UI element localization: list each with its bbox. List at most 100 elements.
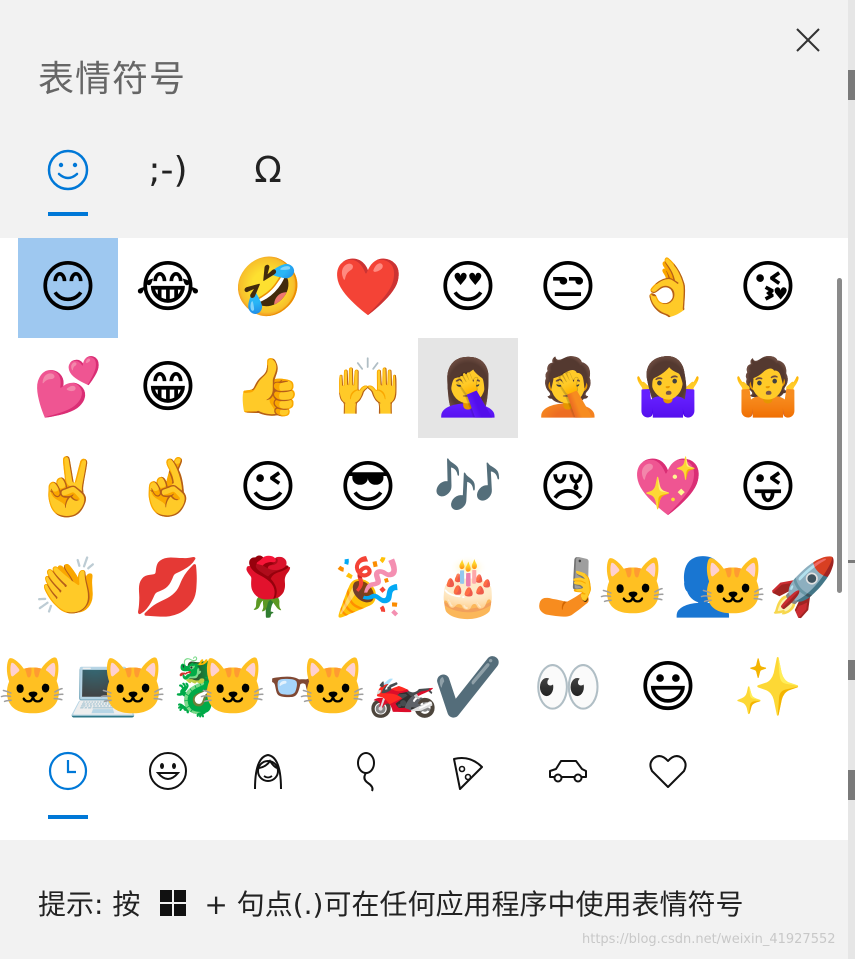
close-icon [796,28,820,52]
emoji-glyph: 😉 [238,455,298,520]
category-food[interactable] [438,745,498,797]
emoji-glyph: 🤳 [533,555,603,620]
emoji-glyph: 😁 [138,355,198,420]
emoji-glyph: 😢 [538,455,598,520]
emoji-glyph: 🎶 [433,455,503,520]
emoji-glyph: 😘 [738,255,798,320]
emoji-glyph: 🐱‍🚀 [698,555,838,620]
emoji-cell[interactable]: 😜 [718,438,818,538]
emoji-cell[interactable]: 😂 [118,238,218,338]
emoji-glyph: ✌️ [33,455,103,520]
emoji-glyph: ✔️ [433,655,503,720]
emoji-cell[interactable]: 😉 [218,438,318,538]
emoji-glyph: 🤷‍♀️ [633,355,703,420]
emoji-cell[interactable]: 🤣 [218,238,318,338]
emoji-cell[interactable]: 😃 [618,638,718,738]
kaomoji-tab-label: ;-) [148,149,188,191]
emoji-glyph: 🤷 [733,355,803,420]
balloon-icon [357,752,375,792]
smiley-face-icon [47,149,89,191]
emoji-cell[interactable]: 💕 [18,338,118,438]
emoji-cell[interactable]: 😢 [518,438,618,538]
emoji-cell[interactable]: ✔️ [418,638,518,738]
emoji-glyph: 🤦 [533,355,603,420]
emoji-glyph: 💖 [633,455,703,520]
emoji-glyph: 🤦‍♀️ [433,355,503,420]
emoji-cell[interactable]: 😊 [18,238,118,338]
emoji-glyph: 💋 [133,555,203,620]
category-travel[interactable] [538,745,598,797]
car-icon [549,760,587,783]
category-people[interactable] [238,745,298,797]
emoji-cell[interactable]: 🎉 [318,538,418,638]
emoji-cell[interactable]: 💋 [118,538,218,638]
emoji-cell[interactable]: 😒 [518,238,618,338]
background-window-edge [848,0,855,959]
emoji-glyph: 👌 [633,255,703,320]
scrollbar-thumb[interactable] [837,278,842,593]
active-category-indicator [48,815,88,819]
emoji-glyph: 😃 [638,655,698,720]
emoji-glyph: 💕 [33,355,103,420]
category-celebration[interactable] [338,745,398,797]
emoji-cell[interactable]: 💖 [618,438,718,538]
windows-logo-icon [160,890,187,916]
emoji-glyph: 👍 [233,355,303,420]
emoji-cell[interactable]: 😎 [318,438,418,538]
emoji-cell[interactable]: 🤷 [718,338,818,438]
emoji-cell[interactable]: 🙌 [318,338,418,438]
emoji-glyph: 🌹 [233,555,303,620]
emoji-glyph: 😜 [738,455,798,520]
emoji-cell[interactable]: 👏 [18,538,118,638]
category-symbols[interactable] [638,745,698,797]
close-button[interactable] [788,20,828,60]
emoji-cell[interactable]: 🎶 [418,438,518,538]
emoji-cell[interactable]: 🌹 [218,538,318,638]
emoji-glyph: 🎉 [333,555,403,620]
hint-prefix: 提示: 按 [38,888,141,921]
emoji-cell[interactable]: 🎂 [418,538,518,638]
emoji-glyph: 🎂 [433,555,503,620]
emoji-cell[interactable]: 👍 [218,338,318,438]
emoji-glyph: 🤣 [233,255,303,320]
emoji-cell[interactable]: ❤️ [318,238,418,338]
category-recent[interactable] [38,745,98,797]
emoji-glyph: 🤞 [133,455,203,520]
hint-suffix: + 句点(.)可在任何应用程序中使用表情符号 [204,888,744,921]
emoji-cell[interactable]: 😍 [418,238,518,338]
emoji-cell[interactable]: ✌️ [18,438,118,538]
emoji-glyph: 👀 [533,655,603,720]
clock-icon [48,751,88,791]
panel-title: 表情符号 [38,59,187,100]
emoji-cell[interactable]: 🤞 [118,438,218,538]
emoji-glyph: 😍 [438,255,498,320]
emoji-cell[interactable]: ✨ [718,638,818,738]
emoji-glyph: 🐱‍🏍 [298,655,438,720]
emoji-glyph: 😊 [38,255,98,320]
smiley-tab[interactable] [38,140,98,200]
emoji-glyph: 👏 [33,555,103,620]
emoji-cell[interactable]: 👌 [618,238,718,338]
category-smileys[interactable] [138,745,198,797]
active-tab-indicator [48,212,88,216]
emoji-cell[interactable]: 🤷‍♀️ [618,338,718,438]
emoji-glyph: 😂 [135,255,201,320]
emoji-cell[interactable]: 🤦 [518,338,618,438]
smiley-outline-icon [149,752,187,790]
emoji-cell[interactable]: 😘 [718,238,818,338]
emoji-glyph: 😒 [538,255,598,320]
emoji-glyph: 🙌 [333,355,403,420]
emoji-cell[interactable]: 😁 [118,338,218,438]
emoji-cell[interactable]: 🐱‍🚀 [698,538,837,638]
symbols-tab-label: Ω [254,149,282,191]
symbols-tab[interactable]: Ω [238,140,298,200]
kaomoji-tab[interactable]: ;-) [138,140,198,200]
pizza-icon [453,757,483,790]
emoji-cell[interactable]: 👀 [518,638,618,738]
emoji-cell[interactable]: 🤦‍♀️ [418,338,518,438]
emoji-cell[interactable]: 🐱‍🏍 [298,638,437,738]
heart-outline-icon [649,755,687,788]
watermark: https://blog.csdn.net/weixin_41927552 [582,932,836,947]
emoji-glyph: ✨ [733,655,803,720]
emoji-glyph: 😎 [338,455,398,520]
